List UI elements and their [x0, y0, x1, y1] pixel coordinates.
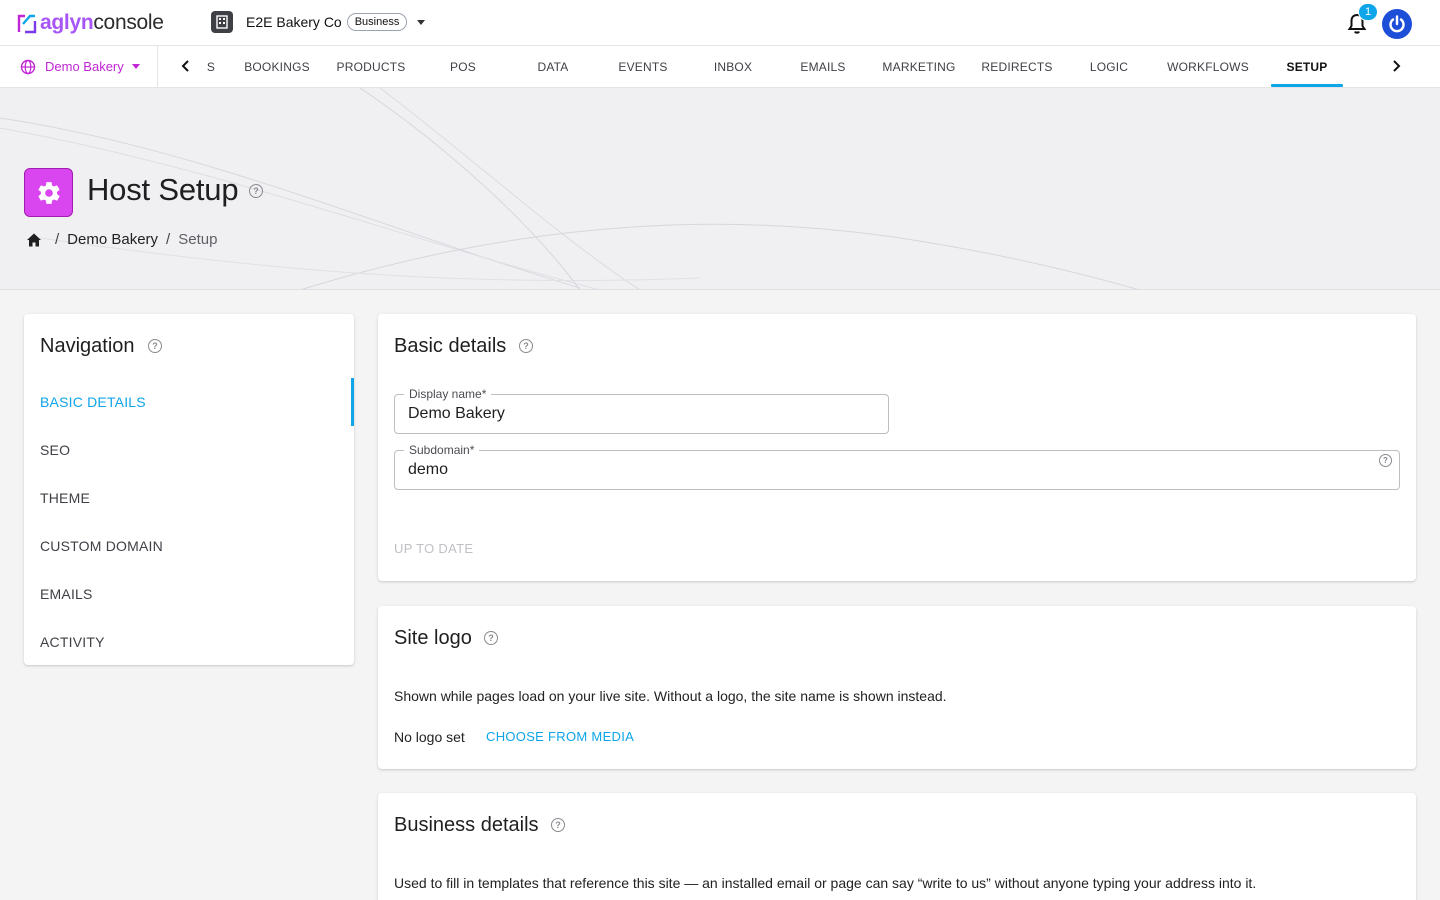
tab-partial[interactable]: S — [200, 46, 222, 87]
home-icon[interactable] — [26, 232, 42, 248]
site-logo-card: Site logo ? Shown while pages load on yo… — [378, 606, 1416, 769]
help-icon[interactable]: ? — [551, 818, 565, 832]
tab-products[interactable]: PRODUCTS — [326, 46, 416, 87]
breadcrumb: / Demo Bakery / Setup — [26, 231, 217, 248]
globe-icon — [20, 59, 36, 74]
tab-events[interactable]: EVENTS — [598, 46, 688, 87]
business-details-description: Used to fill in templates that reference… — [394, 875, 1257, 891]
help-icon[interactable]: ? — [148, 339, 162, 353]
basic-details-card: Basic details ? Display name* Demo Baker… — [378, 314, 1416, 581]
app-logo[interactable]: aglynconsole — [16, 0, 164, 46]
nav-item-seo[interactable]: SEO — [40, 442, 70, 458]
active-tab-indicator — [1271, 84, 1343, 87]
page-header: Host Setup ? / Demo Bakery / Setup — [0, 88, 1440, 290]
tabs-scroll-right-icon[interactable] — [1386, 56, 1406, 76]
site-logo-description: Shown while pages load on your live site… — [394, 688, 947, 704]
logo-status-text: No logo set — [394, 729, 465, 745]
subdomain-label: Subdomain* — [404, 443, 480, 457]
choose-from-media-button[interactable]: CHOOSE FROM MEDIA — [486, 729, 634, 744]
basic-details-title: Basic details — [394, 335, 507, 357]
nav-item-emails[interactable]: EMAILS — [40, 586, 93, 602]
site-selector[interactable]: Demo Bakery — [0, 46, 158, 87]
plan-badge: Business — [346, 13, 408, 31]
nav-item-custom-domain[interactable]: CUSTOM DOMAIN — [40, 538, 163, 554]
tab-inbox[interactable]: INBOX — [688, 46, 778, 87]
help-icon[interactable]: ? — [519, 339, 533, 353]
display-name-field[interactable]: Display name* Demo Bakery — [394, 387, 889, 434]
navigation-card: Navigation ? BASIC DETAILS SEO THEME CUS… — [24, 314, 354, 665]
logo-mark-icon — [17, 14, 37, 33]
org-switcher[interactable]: E2E Bakery Co Business — [211, 11, 426, 33]
top-app-bar: aglynconsole E2E Bakery Co Business 1 — [0, 0, 1440, 46]
tab-workflows[interactable]: WORKFLOWS — [1158, 46, 1258, 87]
tabs-scroll-left-icon[interactable] — [176, 56, 196, 76]
breadcrumb-site-link[interactable]: Demo Bakery — [67, 231, 158, 248]
tab-emails[interactable]: EMAILS — [778, 46, 868, 87]
nav-item-basic-details[interactable]: BASIC DETAILS — [40, 394, 146, 410]
navigation-title: Navigation — [40, 335, 135, 357]
nav-item-activity[interactable]: ACTIVITY — [40, 634, 105, 650]
help-icon[interactable]: ? — [1379, 454, 1392, 467]
breadcrumb-current: Setup — [178, 231, 218, 248]
power-icon[interactable] — [1382, 9, 1412, 39]
business-details-title: Business details — [394, 814, 539, 836]
nav-item-theme[interactable]: THEME — [40, 490, 90, 506]
subdomain-field[interactable]: Subdomain* demo ? — [394, 443, 1400, 490]
org-name: E2E Bakery Co — [246, 14, 342, 30]
tab-pos[interactable]: POS — [418, 46, 508, 87]
tab-setup[interactable]: SETUP — [1271, 46, 1343, 87]
help-icon[interactable]: ? — [249, 184, 263, 198]
up-to-date-button[interactable]: UP TO DATE — [394, 541, 473, 556]
business-details-card: Business details ? Used to fill in templ… — [378, 793, 1416, 900]
help-icon[interactable]: ? — [484, 631, 498, 645]
settings-gear-icon — [24, 168, 73, 217]
subdomain-value: demo — [408, 461, 449, 478]
site-selector-label: Demo Bakery — [45, 59, 124, 74]
logo-text: aglynconsole — [40, 10, 164, 34]
notification-badge: 1 — [1358, 3, 1378, 21]
breadcrumb-separator: / — [55, 231, 60, 248]
page-title: Host Setup — [87, 172, 239, 207]
active-nav-indicator — [351, 378, 354, 426]
tab-data[interactable]: DATA — [508, 46, 598, 87]
display-name-label: Display name* — [404, 387, 492, 401]
tab-logic[interactable]: LOGIC — [1064, 46, 1154, 87]
site-logo-title: Site logo — [394, 627, 472, 649]
tab-marketing[interactable]: MARKETING — [872, 46, 966, 87]
main-tab-bar: Demo Bakery S BOOKINGS PRODUCTS POS DATA… — [0, 46, 1440, 88]
tab-redirects[interactable]: REDIRECTS — [970, 46, 1064, 87]
chevron-down-icon[interactable] — [417, 19, 426, 25]
building-icon — [211, 11, 233, 33]
chevron-down-icon — [131, 64, 140, 69]
breadcrumb-separator: / — [166, 231, 171, 248]
display-name-value: Demo Bakery — [408, 405, 505, 422]
tab-bookings[interactable]: BOOKINGS — [232, 46, 322, 87]
